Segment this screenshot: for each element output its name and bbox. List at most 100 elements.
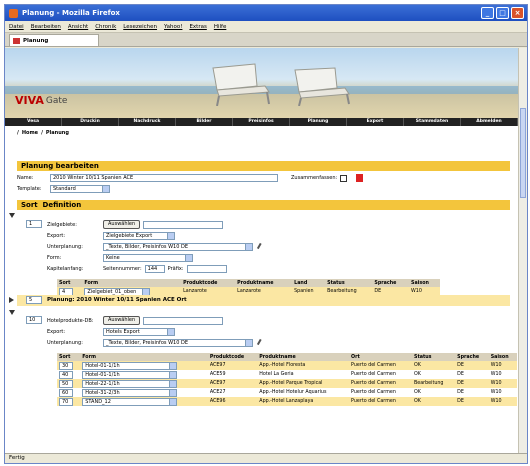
nav-planung[interactable]: Planung [290, 118, 347, 126]
row-form-select[interactable]: Hotel-01-1/1h [82, 370, 178, 379]
block3-sort-input[interactable]: 10 [26, 316, 42, 324]
row-form-select[interactable]: Hotel-31-2/3h [82, 388, 178, 397]
sub-planning-select[interactable]: _Texte, Bilder, Preisinfos W10 DE [103, 339, 253, 347]
cell-value: Bearbeitung [327, 289, 357, 294]
status-bar: Fertig [5, 453, 527, 463]
hotel-db-input[interactable] [143, 316, 224, 325]
cell-value: OK [413, 399, 421, 404]
edit-icon[interactable] [256, 242, 266, 252]
breadcrumb-home[interactable]: Home [22, 130, 38, 136]
menu-hilfe[interactable]: Hilfe [214, 24, 227, 30]
nav-preisinfos[interactable]: Preisinfos [233, 118, 290, 126]
main-nav: Vesa Druckin Nachdruck Bilder Preisinfos… [5, 118, 518, 126]
merge-checkbox[interactable] [340, 174, 348, 182]
collapse-icon[interactable] [9, 310, 15, 315]
table-cell: Hotel La Geria [257, 370, 349, 379]
target-input[interactable] [143, 220, 224, 229]
prefix-input[interactable] [186, 265, 227, 273]
row-sort-input[interactable]: 40 [59, 370, 73, 379]
table-cell: ACE59 [208, 370, 257, 379]
menu-bearbeiten[interactable]: Bearbeiten [31, 24, 61, 30]
column-header: Sprache [455, 353, 489, 361]
table-row[interactable]: 40 Hotel-01-1/1h ACE59 Hotel La Geria Puerto… [57, 370, 517, 379]
table-cell: DE [455, 379, 489, 388]
block1-sort-input[interactable]: 1 [26, 220, 42, 228]
column-header: Saison [488, 353, 517, 361]
close-button[interactable]: × [511, 7, 524, 19]
menu-ansicht[interactable]: Ansicht [68, 24, 88, 30]
column-header: Status [411, 353, 456, 361]
sub-planning-select[interactable]: _Texte, Bilder, Preisinfos W10 DE [103, 243, 253, 251]
export-label: Export: [47, 233, 66, 239]
block2-sort-input[interactable]: 5 [26, 296, 42, 304]
sort-col-label: Sort [21, 201, 38, 209]
browser-window: Planung - Mozilla Firefox _ □ × Datei Be… [4, 4, 528, 464]
collapse-icon[interactable] [9, 213, 15, 218]
table-row[interactable]: 60 Hotel-31-2/3h ACE27 App.-Hotel Hotelur A… [57, 388, 517, 397]
menu-datei[interactable]: Datei [9, 24, 24, 30]
cell-value: OK [413, 390, 421, 395]
page-number-label: Seitennummer: [103, 266, 142, 272]
form-select[interactable]: Keine [103, 254, 193, 262]
select-button[interactable]: Auswählen [103, 316, 141, 325]
table-cell: STAND_12 [80, 397, 208, 406]
breadcrumb-sep: / [41, 130, 43, 136]
menu-lesezeichen[interactable]: Lesezeichen [123, 24, 157, 30]
menu-yahoo[interactable]: Yahoo! [164, 24, 182, 30]
menu-chronik[interactable]: Chronik [95, 24, 116, 30]
table-cell: DE [455, 370, 489, 379]
table-row[interactable]: 70 STAND_12 ACE96 App.-Hotel Lanzaplaya Puer… [57, 397, 517, 406]
row-sort-input[interactable]: 30 [59, 361, 73, 370]
minimize-button[interactable]: _ [481, 7, 494, 19]
nav-stammdaten[interactable]: Stammdaten [404, 118, 461, 126]
pdf-icon[interactable] [356, 174, 364, 182]
table-row[interactable]: 30 Hotel-01-1/1h ACE97 App.-Hotel Floresta P… [57, 361, 517, 370]
row-sort-input[interactable]: 50 [59, 379, 73, 388]
merge-label: Zusammenfassen: [291, 175, 338, 181]
column-header: Sort [57, 353, 81, 361]
page-number-input[interactable]: 144 [144, 265, 165, 273]
sub-planning-label: Unterplanung: [47, 340, 83, 346]
cell-value: Spanien [294, 289, 314, 294]
table-cell: Hotel-01-1/1h [80, 370, 208, 379]
table-cell: ACE97 [207, 361, 258, 370]
edit-icon[interactable] [256, 338, 266, 348]
table-cell: 30 [57, 361, 81, 370]
vertical-scrollbar[interactable] [518, 48, 527, 453]
block2-text: Planung: 2010 Winter 10/11 Spanien ACE O… [47, 297, 187, 303]
nav-export[interactable]: Export [347, 118, 404, 126]
scrollbar-thumb[interactable] [520, 108, 526, 198]
cell-value: Lanzarote [183, 289, 207, 294]
row-form-select[interactable]: Hotel-01-1/1h [82, 361, 178, 370]
name-row: Name: 2010 Winter 10/11 Spanien ACE Zusa… [17, 174, 364, 182]
cell-value: DE [374, 289, 382, 294]
export-select[interactable]: Hotels Export [103, 328, 175, 336]
breadcrumb: / Home / Planung [5, 126, 518, 140]
nav-abmelden[interactable]: Abmelden [461, 118, 518, 126]
tab-bar: Planung [5, 33, 527, 47]
menu-extras[interactable]: Extras [189, 24, 206, 30]
select-button[interactable]: Auswählen [103, 220, 141, 229]
row-form-select[interactable]: Hotel-22-1/1h [82, 379, 178, 388]
export-select[interactable]: Zielgebiete Export [103, 232, 175, 240]
nav-nachdruck[interactable]: Nachdruck [119, 118, 176, 126]
row-form-select[interactable]: STAND_12 [82, 397, 178, 406]
tab-planung[interactable]: Planung [9, 34, 99, 46]
maximize-button[interactable]: □ [496, 7, 509, 19]
table-cell: ACE27 [208, 388, 257, 397]
name-input[interactable]: 2010 Winter 10/11 Spanien ACE [50, 174, 278, 182]
table-row[interactable]: 50 Hotel-22-1/1h ACE97 App.-Hotel Parque Tr… [57, 379, 517, 388]
definition-col-label: Definition [42, 201, 82, 209]
table-cell: ACE96 [207, 397, 258, 406]
row-sort-input[interactable]: 70 [59, 397, 73, 406]
target-label: Zielgebiete: [47, 221, 77, 228]
cell-value: ACE96 [209, 399, 226, 404]
cell-value: Bearbeitung [413, 381, 444, 386]
nav-vesa[interactable]: Vesa [5, 118, 62, 126]
nav-druckin[interactable]: Druckin [62, 118, 119, 126]
template-select[interactable]: Standard [50, 185, 110, 193]
nav-bilder[interactable]: Bilder [176, 118, 233, 126]
table-cell: Puerto del Carmen [349, 379, 412, 388]
expand-icon[interactable] [9, 297, 14, 303]
row-sort-input[interactable]: 60 [59, 388, 73, 397]
